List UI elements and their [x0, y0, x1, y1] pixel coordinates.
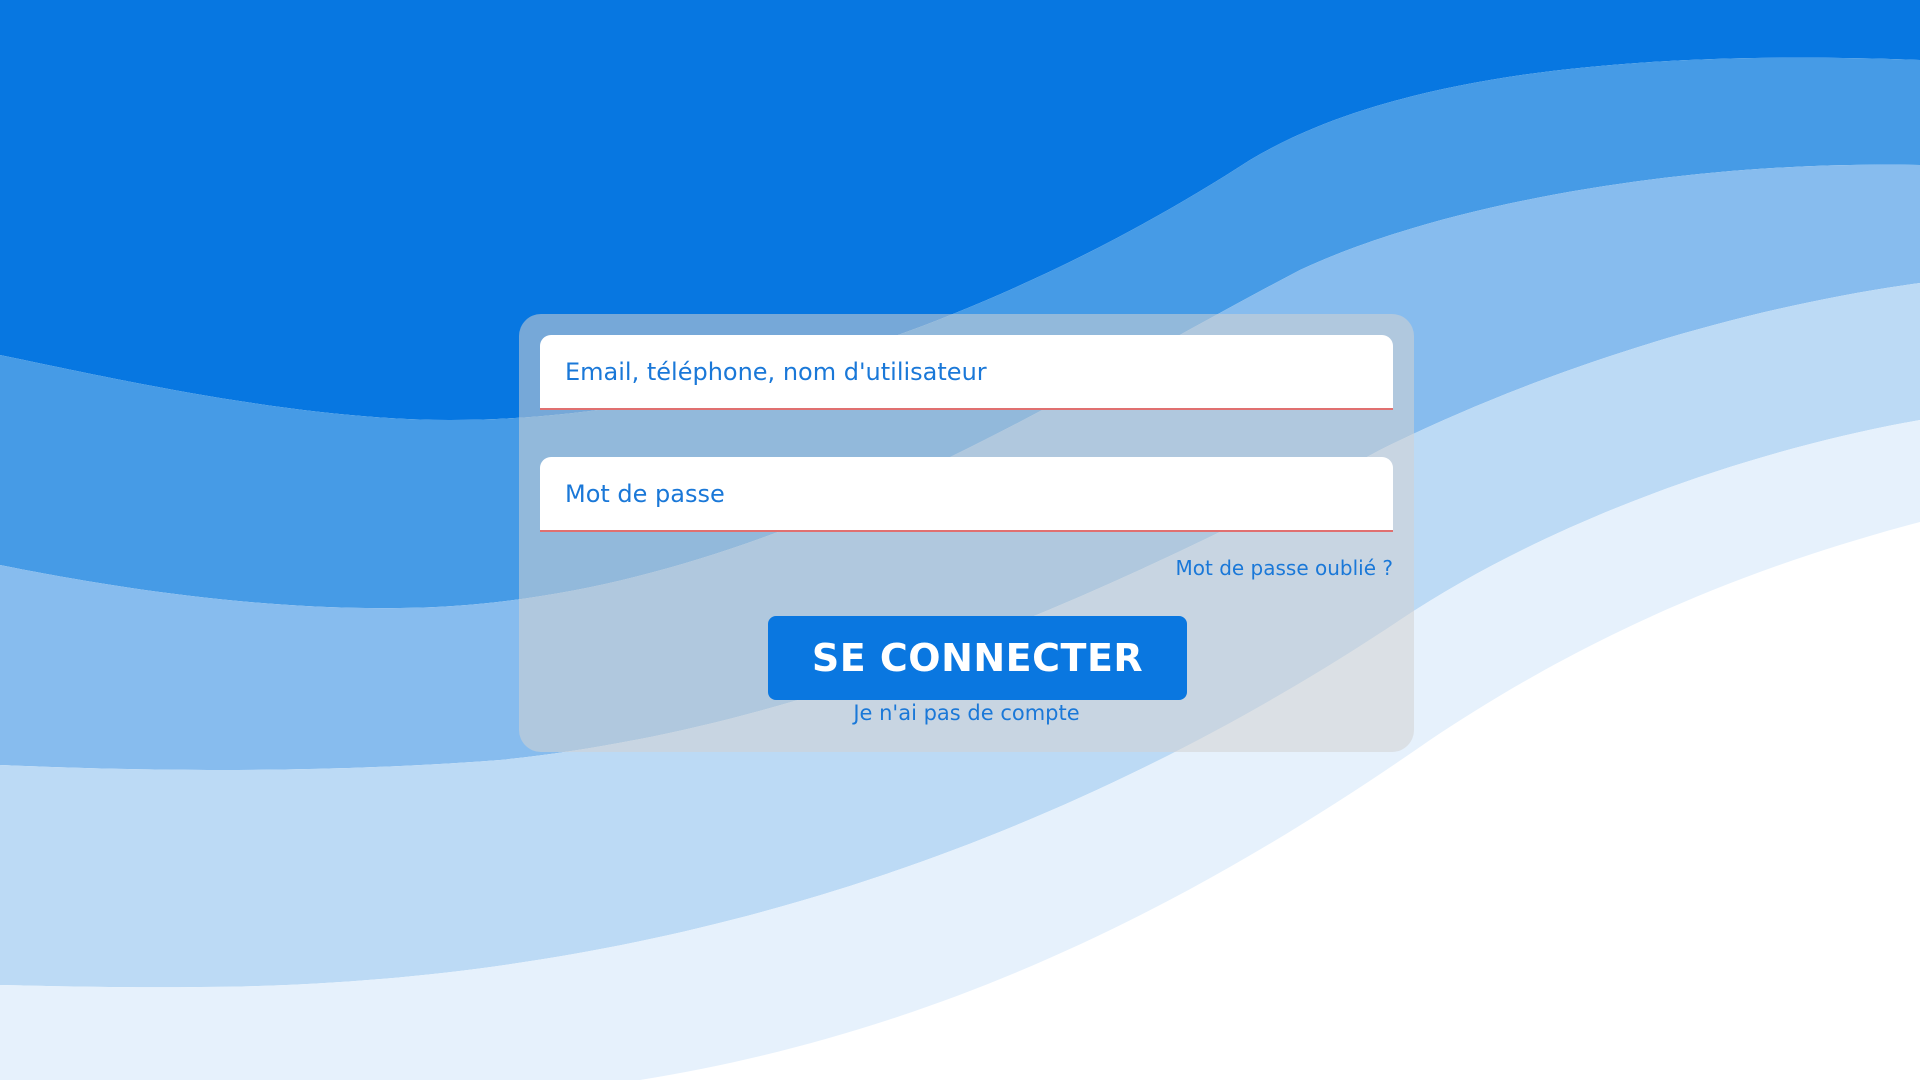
login-card: Mot de passe oublié ? SE CONNECTER Je n'… — [519, 314, 1414, 752]
password-input[interactable] — [540, 457, 1393, 530]
login-page: Mot de passe oublié ? SE CONNECTER Je n'… — [0, 0, 1920, 1080]
login-button[interactable]: SE CONNECTER — [768, 616, 1187, 700]
no-account-link[interactable]: Je n'ai pas de compte — [519, 701, 1414, 725]
email-field — [540, 335, 1393, 410]
password-field — [540, 457, 1393, 532]
email-input[interactable] — [540, 335, 1393, 408]
forgot-password-link[interactable]: Mot de passe oublié ? — [1176, 556, 1394, 580]
